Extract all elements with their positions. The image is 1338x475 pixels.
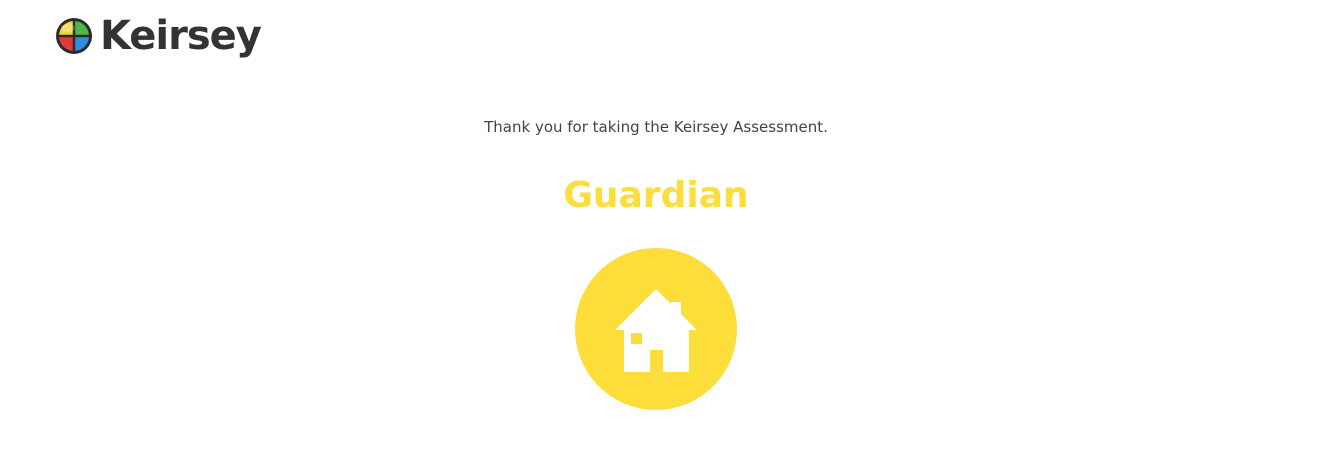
results-page: Keirsey Thank you for taking the Keirsey… xyxy=(0,0,1338,475)
thank-you-message: Thank you for taking the Keirsey Assessm… xyxy=(484,118,828,136)
keirsey-logo-icon xyxy=(56,18,92,54)
temperament-title: Guardian xyxy=(563,175,749,216)
temperament-badge xyxy=(575,248,737,410)
logo-text: Keirsey xyxy=(100,13,262,59)
house-icon xyxy=(615,289,697,372)
keirsey-logo-link[interactable]: Keirsey xyxy=(55,11,262,61)
